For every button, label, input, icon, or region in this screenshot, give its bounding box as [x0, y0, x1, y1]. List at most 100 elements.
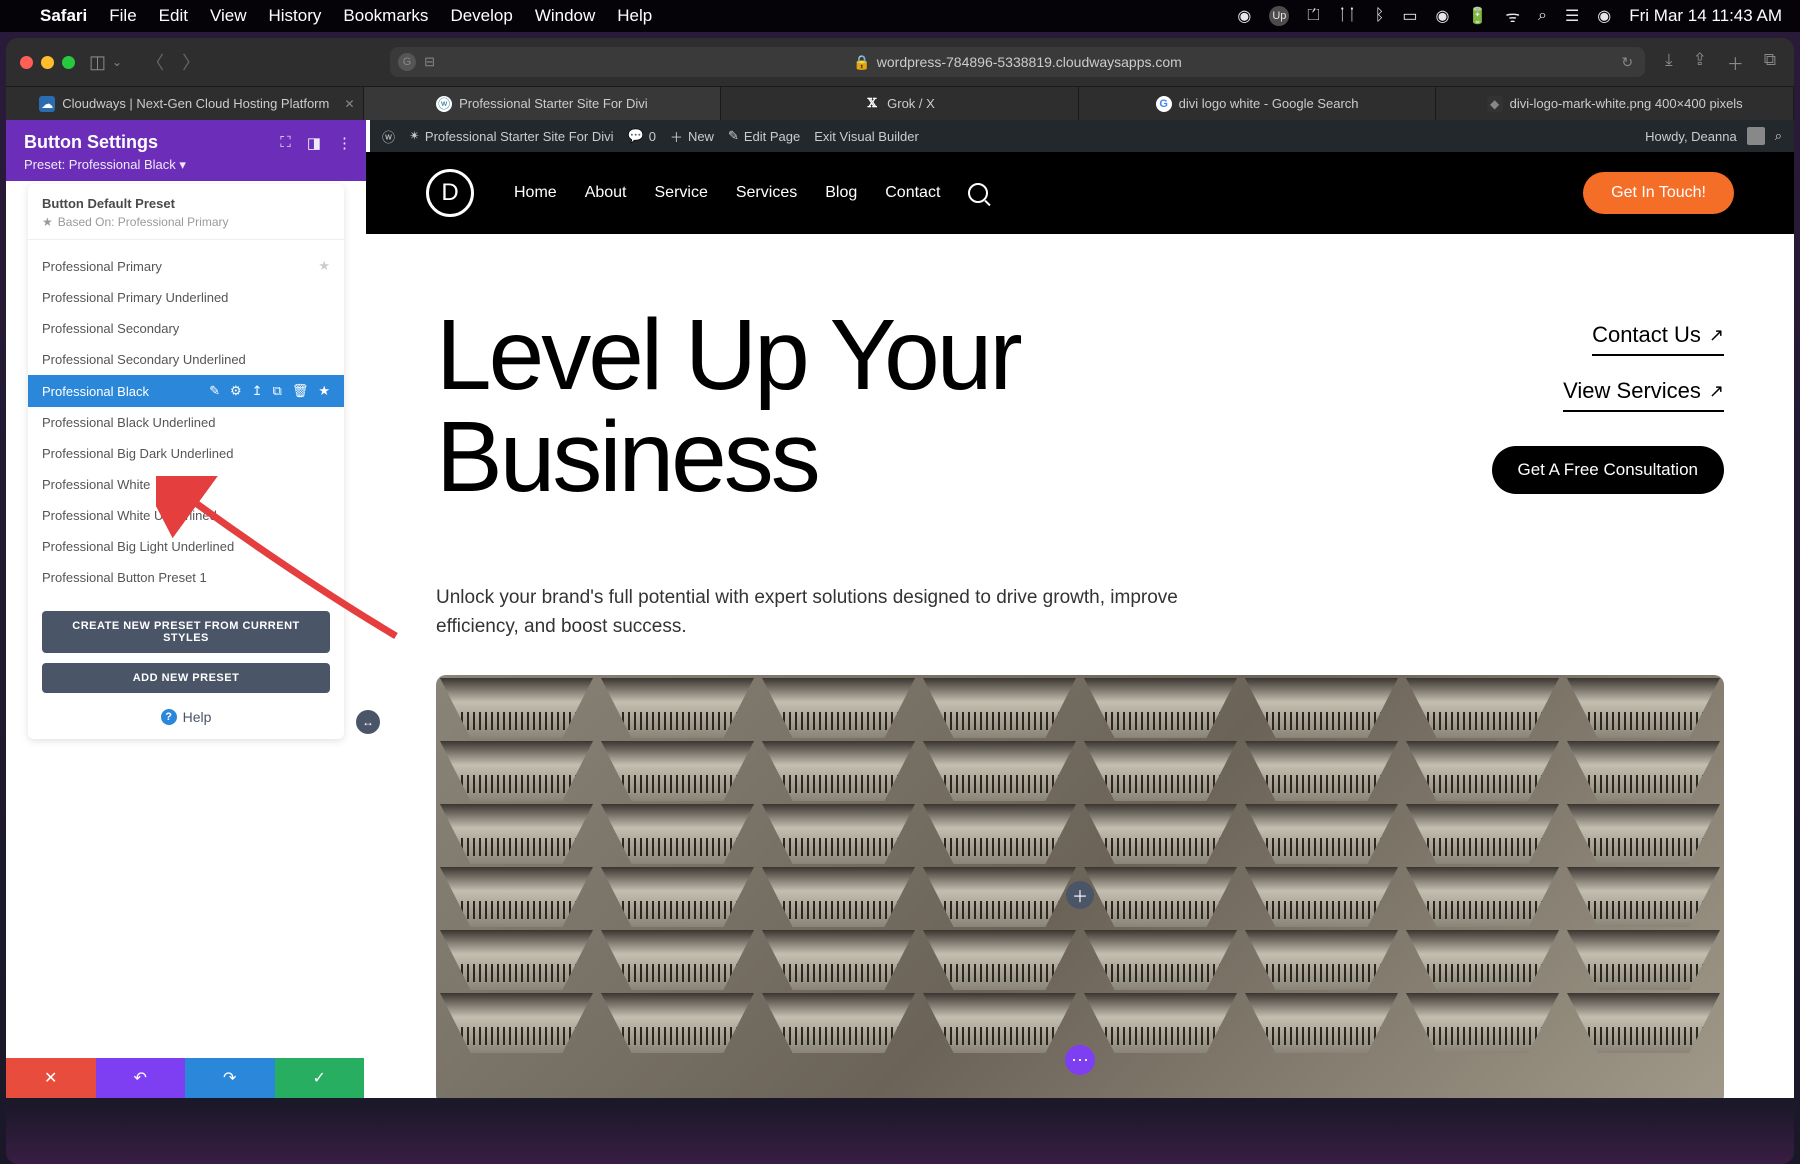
preset-professional-black[interactable]: Professional Black ✎ ⚙ ↥ ⧉ 🗑 ★: [28, 375, 344, 407]
clock[interactable]: Fri Mar 14 11:43 AM: [1629, 6, 1782, 26]
nav-about[interactable]: About: [585, 184, 627, 202]
search-icon[interactable]: ⌕: [1775, 128, 1782, 144]
menu-develop[interactable]: Develop: [450, 6, 512, 26]
wp-edit-page[interactable]: ✎ Edit Page: [728, 128, 800, 144]
tab-grok[interactable]: 𝕏 Grok / X: [721, 87, 1079, 120]
sidebar-toggle-icon[interactable]: ◫: [89, 52, 106, 73]
panel-resize-handle[interactable]: ↔: [356, 710, 380, 734]
divi-site-link[interactable]: ✴ Professional Starter Site For Divi: [409, 128, 613, 144]
back-button[interactable]: 〈: [146, 49, 164, 75]
close-tab-icon[interactable]: ✕: [345, 97, 355, 111]
share-icon[interactable]: ⇪: [1693, 50, 1707, 75]
get-in-touch-button[interactable]: Get In Touch!: [1583, 172, 1734, 214]
reader-icon[interactable]: ⊟: [424, 54, 435, 70]
add-module-button[interactable]: ＋: [1066, 881, 1094, 909]
star-icon[interactable]: ★: [318, 383, 330, 399]
more-options-button[interactable]: ⋯: [1065, 1045, 1095, 1075]
menu-bookmarks[interactable]: Bookmarks: [343, 6, 428, 26]
zoom-window-button[interactable]: [62, 56, 75, 69]
nav-services[interactable]: Services: [736, 184, 797, 202]
grammarly-icon[interactable]: G: [398, 53, 416, 71]
preset-professional-button-preset-1[interactable]: Professional Button Preset 1: [28, 562, 344, 593]
more-icon[interactable]: ⋮: [337, 134, 352, 152]
nav-blog[interactable]: Blog: [825, 184, 857, 202]
nav-service[interactable]: Service: [655, 184, 708, 202]
preset-dropdown[interactable]: Preset: Professional Black ▾: [24, 157, 352, 173]
wp-new[interactable]: ＋ New: [670, 127, 714, 146]
screen-mirror-icon[interactable]: ⏍: [1307, 7, 1319, 25]
preset-default-block[interactable]: Button Default Preset ★ Based On: Profes…: [28, 184, 344, 240]
control-center-icon[interactable]: ☰: [1565, 6, 1579, 26]
siri-icon[interactable]: ◉: [1597, 6, 1611, 26]
free-consultation-button[interactable]: Get A Free Consultation: [1492, 446, 1725, 494]
preset-list: Professional Primary ★ Professional Prim…: [28, 246, 344, 597]
preset-professional-primary[interactable]: Professional Primary ★: [28, 250, 344, 282]
hero-image[interactable]: ＋ ⋯: [436, 675, 1724, 1098]
preset-professional-primary-underlined[interactable]: Professional Primary Underlined: [28, 282, 344, 313]
address-bar[interactable]: G ⊟ 🔒 wordpress-784896-5338819.cloudways…: [390, 47, 1645, 77]
preset-professional-white[interactable]: Professional White: [28, 469, 344, 500]
preset-professional-black-underlined[interactable]: Professional Black Underlined: [28, 407, 344, 438]
tab-divi-logo-png[interactable]: ◆ divi-logo-mark-white.png 400×400 pixel…: [1436, 87, 1794, 120]
gear-icon[interactable]: ⚙: [230, 383, 242, 399]
view-services-link[interactable]: View Services ↗: [1563, 378, 1724, 412]
tab-cloudways[interactable]: ☁ Cloudways | Next-Gen Cloud Hosting Pla…: [6, 87, 364, 120]
menu-file[interactable]: File: [109, 6, 136, 26]
tab-group-chevron-icon[interactable]: ⌄: [112, 55, 122, 69]
star-icon[interactable]: ★: [318, 258, 330, 274]
menu-history[interactable]: History: [269, 6, 322, 26]
wp-logo-icon[interactable]: ⓦ: [382, 127, 395, 146]
airpods-icon[interactable]: ᛙᛙ: [1338, 7, 1357, 25]
help-link[interactable]: ? Help: [28, 709, 344, 725]
save-button[interactable]: ✓: [275, 1058, 365, 1098]
preset-professional-big-dark-underlined[interactable]: Professional Big Dark Underlined: [28, 438, 344, 469]
recording-icon[interactable]: ◉: [1237, 6, 1251, 26]
add-preset-button[interactable]: ADD NEW PRESET: [42, 663, 330, 693]
refresh-icon[interactable]: ↻: [1621, 54, 1633, 71]
tab-divi-site[interactable]: ⓦ Professional Starter Site For Divi: [364, 87, 722, 120]
redo-button[interactable]: ↷: [185, 1058, 275, 1098]
preset-professional-secondary-underlined[interactable]: Professional Secondary Underlined: [28, 344, 344, 375]
new-tab-icon[interactable]: ＋: [1727, 50, 1744, 75]
preset-professional-secondary[interactable]: Professional Secondary: [28, 313, 344, 344]
menu-edit[interactable]: Edit: [159, 6, 188, 26]
preset-professional-big-light-underlined[interactable]: Professional Big Light Underlined: [28, 531, 344, 562]
menu-window[interactable]: Window: [535, 6, 595, 26]
undo-button[interactable]: ↶: [96, 1058, 186, 1098]
wifi-icon[interactable]: ᯤ: [1505, 5, 1520, 27]
forward-button[interactable]: 〉: [182, 49, 200, 75]
site-logo[interactable]: D: [426, 169, 474, 217]
edit-icon[interactable]: ✎: [209, 383, 220, 399]
create-preset-button[interactable]: CREATE NEW PRESET FROM CURRENT STYLES: [42, 611, 330, 653]
display-icon[interactable]: ▭: [1402, 6, 1417, 26]
cancel-button[interactable]: ✕: [6, 1058, 96, 1098]
battery-icon[interactable]: 🔋: [1467, 6, 1487, 26]
nav-contact[interactable]: Contact: [885, 184, 940, 202]
tab-google[interactable]: G divi logo white - Google Search: [1079, 87, 1437, 120]
wp-comments[interactable]: 💬 0: [628, 128, 656, 144]
download-icon[interactable]: ⤓: [1665, 50, 1673, 75]
search-icon[interactable]: [968, 183, 988, 203]
minimize-window-button[interactable]: [41, 56, 54, 69]
wp-howdy[interactable]: Howdy, Deanna: [1645, 129, 1737, 144]
tabs-icon[interactable]: ⧉: [1764, 50, 1776, 75]
app-menu[interactable]: Safari: [40, 6, 87, 26]
duplicate-icon[interactable]: ⧉: [273, 383, 282, 399]
nav-home[interactable]: Home: [514, 184, 557, 202]
spotlight-icon[interactable]: ⌕: [1538, 7, 1547, 25]
wp-exit-vb[interactable]: Exit Visual Builder: [814, 129, 919, 144]
settings-header: Button Settings ⛶ ◨ ⋮ Preset: Profession…: [6, 120, 366, 181]
avatar[interactable]: [1747, 127, 1765, 145]
menu-view[interactable]: View: [210, 6, 247, 26]
close-window-button[interactable]: [20, 56, 33, 69]
export-icon[interactable]: ↥: [252, 383, 263, 399]
user-icon[interactable]: ◉: [1435, 6, 1449, 26]
snap-icon[interactable]: ◨: [307, 134, 321, 152]
upwork-icon[interactable]: Up: [1269, 6, 1289, 26]
preset-professional-white-underlined[interactable]: Professional White Underlined: [28, 500, 344, 531]
menu-help[interactable]: Help: [617, 6, 652, 26]
trash-icon[interactable]: 🗑: [292, 383, 309, 399]
contact-us-link[interactable]: Contact Us ↗: [1592, 322, 1724, 356]
expand-icon[interactable]: ⛶: [280, 134, 291, 152]
bluetooth-icon[interactable]: ᛒ: [1375, 7, 1385, 25]
